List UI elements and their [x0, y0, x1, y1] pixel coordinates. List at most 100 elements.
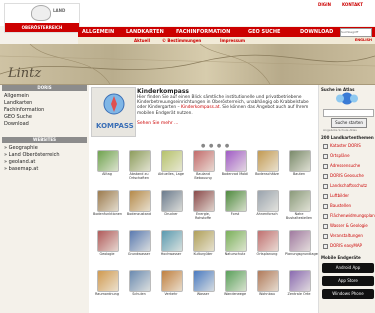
sidebar-item-fachinformation[interactable]: Fachinformation — [4, 107, 44, 113]
theme-tile[interactable]: Bodenzustand — [125, 190, 153, 228]
search-input[interactable]: Suchbegriff eingeben — [340, 28, 372, 37]
language-switch[interactable]: ENGLISH — [355, 37, 372, 44]
theme-tile[interactable]: Geologie — [93, 230, 121, 268]
top-link-kontakt[interactable]: KONTAKT — [342, 2, 363, 7]
read-more-link[interactable]: Sehen Sie mehr ... — [137, 121, 178, 126]
theme-tile[interactable]: Schulen — [125, 270, 153, 308]
theme-thumbnail-icon — [161, 230, 183, 252]
sidebar-item-download[interactable]: Download — [4, 121, 29, 127]
theme-tile-label: Bauten — [292, 172, 306, 176]
link-land-ooe[interactable]: » Land Oberösterreich — [4, 152, 60, 158]
atlas-search-input[interactable] — [323, 109, 374, 117]
theme-tile[interactable]: Bodenrad Mobil — [221, 150, 249, 188]
theme-tile[interactable]: Energie, Rohstoffe — [189, 190, 217, 228]
theme-thumbnail-icon — [193, 230, 215, 252]
theme-tile[interactable]: Wohnbau — [253, 270, 281, 308]
android-store-button[interactable]: Android App — [322, 263, 374, 273]
theme-tile[interactable]: Kulturgüter — [189, 230, 217, 268]
theme-tile[interactable]: Nahe Bushaltestellen — [285, 190, 313, 228]
layer-label: DORIS Geosuche — [330, 173, 364, 178]
theme-tile[interactable]: Bauland Bebauung — [189, 150, 217, 188]
layer-link[interactable]: Landschaftsschutz — [323, 183, 367, 189]
theme-tile-label: Bodenzustand — [126, 212, 152, 216]
theme-tile-label: Zentrale Orte — [287, 292, 311, 296]
link-geoland[interactable]: » geoland.at — [4, 159, 35, 165]
theme-tile[interactable]: Drucker — [157, 190, 185, 228]
layer-link[interactable]: Baustellen — [323, 203, 352, 209]
logo[interactable]: LAND OBERÖSTERREICH — [4, 3, 80, 33]
theme-tile[interactable]: Raumordnung — [93, 270, 121, 308]
theme-tile[interactable]: Ahnenforsch — [253, 190, 281, 228]
layer-link[interactable]: Ortspläne — [323, 153, 350, 159]
theme-thumbnail-icon — [225, 150, 247, 172]
nav-landkarten[interactable]: LANDKARTEN — [126, 27, 164, 37]
nav-fachinformation[interactable]: FACHINFORMATION — [176, 27, 230, 37]
layer-link[interactable]: Kataster DORIS — [323, 143, 361, 149]
kinderkompass-image[interactable]: KOMPASS — [91, 87, 136, 137]
nav-allgemein[interactable]: ALLGEMEIN — [82, 27, 114, 37]
kompass-label: KOMPASS — [96, 122, 134, 130]
layer-link[interactable]: DORIS Geosuche — [323, 173, 364, 179]
theme-tile[interactable]: Planungsgrundlagen — [285, 230, 320, 268]
theme-thumbnail-icon — [97, 230, 119, 252]
theme-tile[interactable]: Grundwasser — [125, 230, 153, 268]
theme-tile[interactable]: Wasser — [189, 270, 217, 308]
layer-label: Veranstaltungen — [330, 233, 363, 238]
main-content: KOMPASS Kinderkompass Hier finden Sie au… — [89, 85, 320, 313]
theme-thumbnail-icon — [161, 190, 183, 212]
theme-tile-label: Schulen — [132, 292, 146, 296]
theme-tile[interactable]: Hochwasser — [157, 230, 185, 268]
theme-tile[interactable]: Forst — [221, 190, 249, 228]
top-link-digin[interactable]: DIGIN — [318, 2, 331, 7]
sidebar-item-geo-suche[interactable]: GEO Suche — [4, 114, 32, 120]
sidebar-item-allgemein[interactable]: Allgemein — [4, 93, 29, 99]
theme-tile[interactable]: Zentrale Orte — [285, 270, 313, 308]
theme-tile-label: Bauland Bebauung — [194, 172, 212, 180]
layer-link[interactable]: Flächenwidmungsplan — [323, 213, 375, 219]
nav-download[interactable]: DOWNLOAD — [300, 27, 333, 37]
theme-tile[interactable]: Alltag — [93, 150, 121, 188]
theme-tile-label: Raumordnung — [95, 292, 119, 296]
theme-tile[interactable]: Bauten — [285, 150, 313, 188]
layer-link[interactable]: Wasser & Geologie — [323, 223, 368, 229]
theme-tile[interactable]: Bodenschätze — [253, 150, 281, 188]
map-texture — [0, 44, 375, 84]
theme-tile[interactable]: Abstand zu Ortschaften — [125, 150, 153, 188]
carousel-dots[interactable]: ● ● ● ● — [201, 143, 230, 149]
layer-label: Ortspläne — [330, 153, 350, 158]
theme-thumbnail-icon — [97, 150, 119, 172]
main-nav: ALLGEMEIN LANDKARTEN FACHINFORMATION GEO… — [78, 27, 375, 37]
theme-tile[interactable]: Verkehr — [157, 270, 185, 308]
theme-tile-label: Aktuelles, Lage — [158, 172, 184, 176]
theme-thumbnail-icon — [161, 150, 183, 172]
subnav-aktuell[interactable]: Aktuell — [134, 37, 150, 44]
app-store-button[interactable]: App Store — [322, 276, 374, 286]
theme-tile[interactable]: Aktuelles, Lage — [157, 150, 185, 188]
layer-label: Flächenwidmungsplan — [330, 213, 375, 218]
windows-store-button[interactable]: Windows Phone — [322, 289, 374, 299]
theme-tile-label: Planungsgrundlagen — [285, 252, 320, 256]
subnav-bestimmungen[interactable]: © Bestimmungen — [162, 37, 201, 44]
theme-thumbnail-icon — [225, 270, 247, 292]
link-geographie[interactable]: » Geographie — [4, 145, 38, 151]
theme-thumbnail-icon — [225, 190, 247, 212]
theme-tile-label: Naturschutz — [224, 252, 246, 256]
layer-link[interactable]: Adressensuche — [323, 163, 360, 169]
layer-checkbox-icon — [323, 153, 328, 159]
search-button[interactable]: Suche starten — [331, 118, 367, 128]
theme-tile-label: Ortsplanung — [256, 252, 278, 256]
subnav-impressum[interactable]: Impressum — [220, 37, 245, 44]
layer-link[interactable]: Luftbilder — [323, 193, 349, 199]
sidebar-item-landkarten[interactable]: Landkarten — [4, 100, 32, 106]
layer-link[interactable]: DORIS easyMAP — [323, 243, 362, 249]
theme-tile[interactable]: Ortsplanung — [253, 230, 281, 268]
nav-geo-suche[interactable]: GEO SUCHE — [248, 27, 280, 37]
layer-link[interactable]: Veranstaltungen — [323, 233, 363, 239]
theme-tile[interactable]: Bodenfunktionen — [93, 190, 122, 228]
theme-tile[interactable]: Naturschutz — [221, 230, 249, 268]
link-basemap[interactable]: » basemap.at — [4, 166, 38, 172]
layer-label: Baustellen — [330, 203, 352, 208]
theme-tile[interactable]: Wanderwege — [221, 270, 249, 308]
theme-tile-label: Energie, Rohstoffe — [194, 212, 212, 220]
layer-checkbox-icon — [323, 163, 328, 169]
